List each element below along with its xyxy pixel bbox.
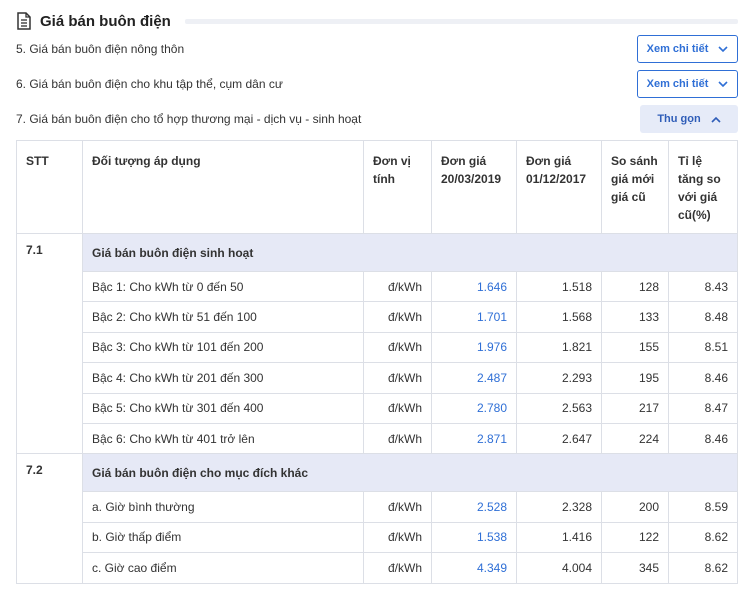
button-label: Xem chi tiết [646,43,709,55]
header-stt: STT [16,140,83,234]
header-compare: So sánh giá mới giá cũ [601,140,669,234]
row-price-new[interactable]: 1.646 [431,270,517,303]
header-price-new: Đơn giá 20/03/2019 [431,140,517,234]
row-price-new[interactable]: 4.349 [431,552,517,584]
row-diff: 133 [601,301,669,333]
view-details-button[interactable]: Xem chi tiết [637,70,738,98]
row-diff: 155 [601,331,669,364]
row-unit: đ/kWh [363,392,432,424]
collapse-button[interactable]: Thu gọn [640,105,738,133]
row-price-new[interactable]: 1.976 [431,331,517,364]
group-row: 7.2 Giá bán buôn điện cho mục đích khác [16,453,738,584]
row-percent: 8.46 [668,362,738,394]
row-diff: 128 [601,270,669,303]
row-unit: đ/kWh [363,362,432,394]
table-row: Bậc 2: Cho kWh từ 51 đến 100 đ/kWh 1.701… [17,301,738,333]
row-unit: đ/kWh [363,422,432,455]
row-unit: đ/kWh [363,270,432,303]
row-name: a. Giờ bình thường [82,491,364,523]
section-item-5: 5. Giá bán buôn điện nông thôn Xem chi t… [16,34,738,64]
row-percent: 8.62 [668,552,738,584]
row-price-old: 2.563 [516,392,602,424]
group-title: Giá bán buôn điện sinh hoạt [82,233,738,272]
row-price-old: 1.518 [516,270,602,303]
row-percent: 8.43 [668,270,738,303]
row-percent: 8.48 [668,301,738,333]
row-price-new[interactable]: 2.780 [431,392,517,424]
row-unit: đ/kWh [363,521,432,554]
table-row: a. Giờ bình thường đ/kWh 2.528 2.328 200… [17,491,738,523]
row-diff: 200 [601,491,669,523]
row-name: c. Giờ cao điểm [82,552,364,584]
group-row: 7.1 Giá bán buôn điện sinh hoạt [16,232,738,455]
page-title: Giá bán buôn điện [40,12,171,30]
document-icon [17,12,31,30]
chevron-down-icon [718,45,728,52]
row-price-old: 1.416 [516,521,602,554]
row-name: Bậc 4: Cho kWh từ 201 đến 300 [82,362,364,394]
price-table: STT Đối tượng áp dụng Đơn vị tính Đơn gi… [16,140,738,584]
group-stt: 7.2 [16,453,83,584]
row-price-old: 2.293 [516,362,602,394]
row-unit: đ/kWh [363,331,432,364]
row-percent: 8.62 [668,521,738,554]
header-price-old: Đơn giá 01/12/2017 [516,140,602,234]
group-stt: 7.1 [16,232,83,455]
row-price-old: 1.821 [516,331,602,364]
section-item-7: 7. Giá bán buôn điện cho tổ hợp thương m… [16,104,738,134]
group-title: Giá bán buôn điện cho mục đích khác [82,453,738,493]
row-percent: 8.59 [668,491,738,523]
section-item-label: 7. Giá bán buôn điện cho tổ hợp thương m… [16,112,362,126]
button-label: Thu gọn [657,113,701,125]
row-diff: 122 [601,521,669,554]
row-price-new[interactable]: 2.871 [431,422,517,455]
row-name: Bậc 6: Cho kWh từ 401 trở lên [82,422,364,455]
row-diff: 345 [601,552,669,584]
table-row: Bậc 5: Cho kWh từ 301 đến 400 đ/kWh 2.78… [17,392,738,424]
row-name: Bậc 3: Cho kWh từ 101 đến 200 [82,331,364,364]
button-label: Xem chi tiết [646,78,709,90]
table-row: Bậc 1: Cho kWh từ 0 đến 50 đ/kWh 1.646 1… [17,270,738,303]
row-diff: 217 [601,392,669,424]
row-price-old: 2.328 [516,491,602,523]
row-price-new[interactable]: 2.528 [431,491,517,523]
section-item-label: 5. Giá bán buôn điện nông thôn [16,42,185,56]
chevron-up-icon [711,116,721,123]
row-name: Bậc 5: Cho kWh từ 301 đến 400 [82,392,364,424]
row-percent: 8.51 [668,331,738,364]
table-row: c. Giờ cao điểm đ/kWh 4.349 4.004 345 8.… [17,552,738,584]
row-unit: đ/kWh [363,301,432,333]
chevron-down-icon [718,80,728,87]
header-object: Đối tượng áp dụng [82,140,364,234]
table-row: Bậc 4: Cho kWh từ 201 đến 300 đ/kWh 2.48… [17,362,738,394]
row-price-new[interactable]: 1.701 [431,301,517,333]
row-price-old: 2.647 [516,422,602,455]
row-price-old: 1.568 [516,301,602,333]
section-item-label: 6. Giá bán buôn điện cho khu tập thể, cụ… [16,77,283,91]
row-diff: 195 [601,362,669,394]
header-divider [184,18,738,24]
table-header-row: STT Đối tượng áp dụng Đơn vị tính Đơn gi… [16,140,738,234]
row-diff: 224 [601,422,669,455]
table-row: Bậc 3: Cho kWh từ 101 đến 200 đ/kWh 1.97… [17,331,738,364]
header-unit: Đơn vị tính [363,140,432,234]
table-row: b. Giờ thấp điểm đ/kWh 1.538 1.416 122 8… [17,521,738,554]
row-unit: đ/kWh [363,491,432,523]
row-unit: đ/kWh [363,552,432,584]
table-row: Bậc 6: Cho kWh từ 401 trở lên đ/kWh 2.87… [17,422,738,455]
row-price-new[interactable]: 1.538 [431,521,517,554]
row-percent: 8.46 [668,422,738,455]
row-name: Bậc 2: Cho kWh từ 51 đến 100 [82,301,364,333]
row-name: b. Giờ thấp điểm [82,521,364,554]
row-price-new[interactable]: 2.487 [431,362,517,394]
row-percent: 8.47 [668,392,738,424]
row-name: Bậc 1: Cho kWh từ 0 đến 50 [82,270,364,303]
section-header: Giá bán buôn điện [16,10,738,32]
header-percent: Tỉ lệ tăng so với giá cũ(%) [668,140,738,234]
section-item-6: 6. Giá bán buôn điện cho khu tập thể, cụ… [16,69,738,99]
view-details-button[interactable]: Xem chi tiết [637,35,738,63]
row-price-old: 4.004 [516,552,602,584]
